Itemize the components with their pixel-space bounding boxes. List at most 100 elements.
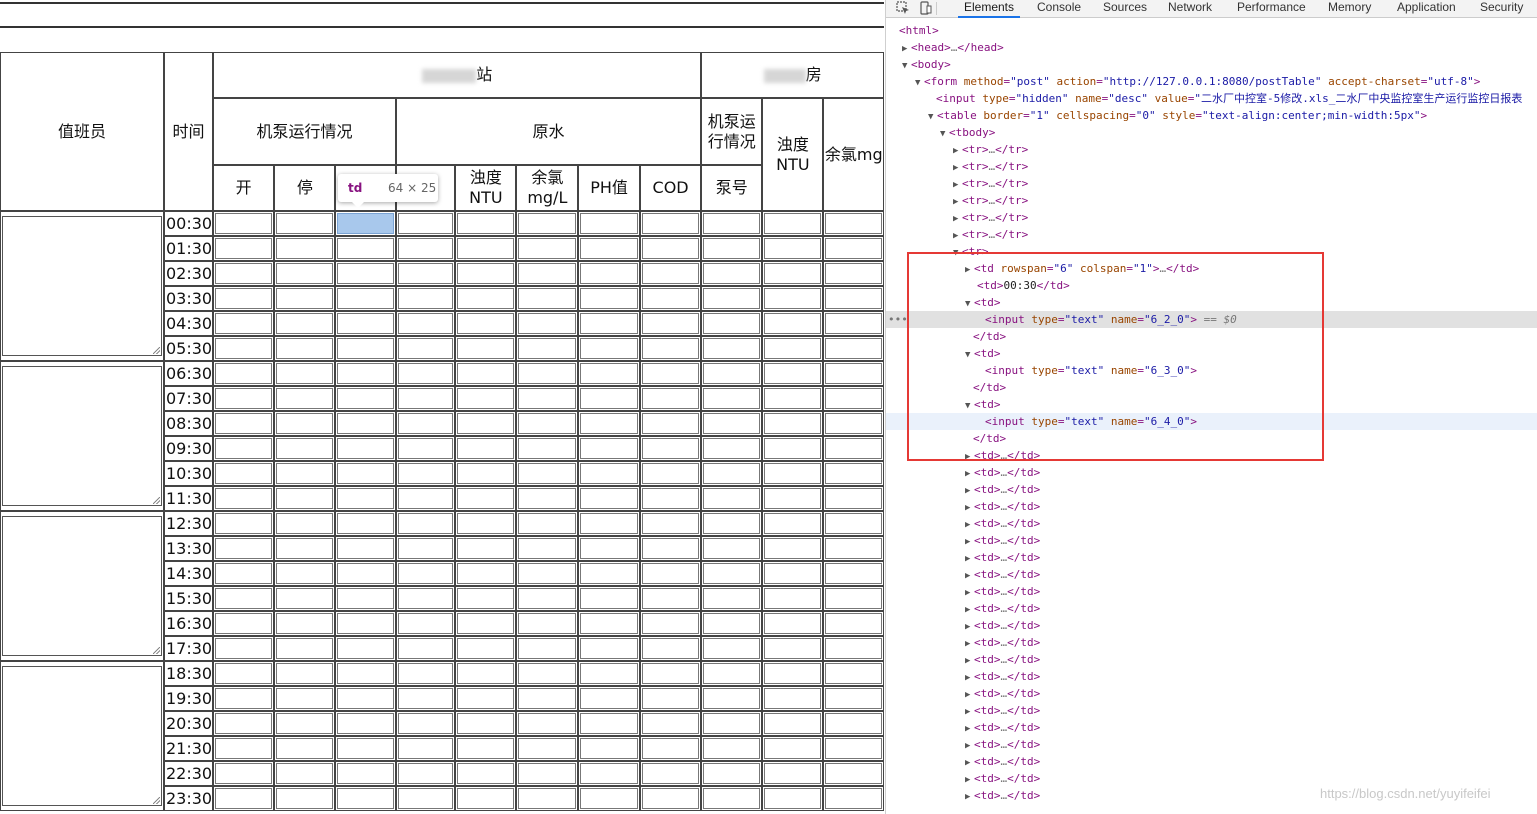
text-input[interactable] — [641, 213, 700, 234]
text-input[interactable] — [580, 513, 638, 534]
text-input[interactable] — [764, 738, 822, 759]
text-input[interactable] — [397, 663, 454, 684]
text-input[interactable] — [580, 713, 638, 734]
text-input[interactable] — [580, 463, 638, 484]
text-input[interactable] — [764, 563, 822, 584]
text-input[interactable] — [703, 288, 761, 309]
node-input-selected[interactable]: ••• <input type="text" name="6_2_0"> == $… — [886, 311, 1537, 328]
text-input[interactable] — [703, 613, 761, 634]
node-td-collapsed[interactable]: ▶ <td>…</td> — [886, 719, 1537, 736]
text-input[interactable] — [825, 613, 882, 634]
text-input[interactable] — [825, 663, 882, 684]
text-input[interactable] — [337, 663, 394, 684]
text-input[interactable] — [276, 688, 334, 709]
text-input[interactable] — [641, 513, 700, 534]
text-input[interactable] — [397, 363, 454, 384]
text-input[interactable] — [641, 688, 700, 709]
text-input[interactable] — [703, 463, 761, 484]
duty-textarea[interactable] — [2, 666, 162, 806]
text-input[interactable] — [703, 363, 761, 384]
text-input[interactable] — [641, 363, 700, 384]
node-td-close-3[interactable]: </td> — [886, 430, 1537, 447]
text-input[interactable] — [764, 613, 822, 634]
text-input[interactable] — [457, 288, 515, 309]
text-input[interactable] — [580, 638, 638, 659]
text-input[interactable] — [518, 563, 577, 584]
text-input[interactable] — [397, 288, 454, 309]
tab-elements[interactable]: Elements — [958, 0, 1020, 18]
tab-memory[interactable]: Memory — [1328, 0, 1371, 18]
text-input[interactable] — [337, 788, 394, 809]
text-input[interactable] — [825, 688, 882, 709]
text-input[interactable] — [764, 588, 822, 609]
text-input[interactable] — [337, 288, 394, 309]
text-input[interactable] — [397, 538, 454, 559]
node-form[interactable]: ▼ <form method="post" action="http://127.… — [886, 73, 1537, 90]
node-td-collapsed[interactable]: ▶ <td>…</td> — [886, 685, 1537, 702]
text-input[interactable] — [703, 213, 761, 234]
text-input[interactable] — [764, 638, 822, 659]
text-input[interactable] — [337, 488, 394, 509]
duty-textarea[interactable] — [2, 516, 162, 656]
text-input[interactable] — [825, 213, 882, 234]
node-td-collapsed[interactable]: ▶ <td>…</td> — [886, 498, 1537, 515]
text-input[interactable] — [518, 388, 577, 409]
text-input[interactable] — [276, 363, 334, 384]
text-input[interactable] — [703, 413, 761, 434]
text-input[interactable] — [276, 413, 334, 434]
text-input[interactable] — [518, 588, 577, 609]
text-input[interactable] — [764, 688, 822, 709]
node-td-close-1[interactable]: </td> — [886, 328, 1537, 345]
text-input[interactable] — [337, 613, 394, 634]
text-input[interactable] — [825, 238, 882, 259]
node-td-open-2[interactable]: ▼ <td> — [886, 345, 1537, 362]
text-input[interactable] — [518, 513, 577, 534]
text-input[interactable] — [397, 338, 454, 359]
text-input[interactable] — [518, 263, 577, 284]
text-input[interactable] — [276, 388, 334, 409]
text-input[interactable] — [215, 688, 273, 709]
text-input[interactable] — [215, 313, 273, 334]
text-input[interactable] — [580, 313, 638, 334]
text-input[interactable] — [641, 588, 700, 609]
text-input[interactable] — [641, 788, 700, 809]
text-input[interactable] — [337, 588, 394, 609]
text-input[interactable] — [641, 563, 700, 584]
text-input[interactable] — [276, 313, 334, 334]
node-td-collapsed[interactable]: ▶ <td>…</td> — [886, 515, 1537, 532]
text-input[interactable] — [825, 763, 882, 784]
node-td-collapsed[interactable]: ▶ <td>…</td> — [886, 566, 1537, 583]
text-input[interactable] — [825, 638, 882, 659]
text-input[interactable] — [457, 788, 515, 809]
text-input[interactable] — [215, 538, 273, 559]
text-input[interactable] — [457, 238, 515, 259]
text-input[interactable] — [457, 313, 515, 334]
text-input[interactable] — [703, 713, 761, 734]
expand-triangle-icon[interactable]: ▶ — [965, 789, 974, 806]
text-input[interactable] — [825, 538, 882, 559]
text-input[interactable] — [215, 463, 273, 484]
text-input[interactable] — [518, 363, 577, 384]
device-toolbar-icon[interactable] — [918, 0, 932, 17]
text-input[interactable] — [397, 738, 454, 759]
text-input[interactable] — [337, 713, 394, 734]
text-input[interactable] — [397, 763, 454, 784]
text-input[interactable] — [825, 588, 882, 609]
text-input[interactable] — [641, 638, 700, 659]
text-input[interactable] — [764, 238, 822, 259]
text-input[interactable] — [337, 338, 394, 359]
text-input[interactable] — [825, 288, 882, 309]
text-input[interactable] — [580, 788, 638, 809]
text-input[interactable] — [215, 563, 273, 584]
text-input[interactable] — [580, 613, 638, 634]
text-input[interactable] — [764, 488, 822, 509]
text-input[interactable] — [457, 538, 515, 559]
text-input[interactable] — [764, 263, 822, 284]
text-input[interactable] — [337, 463, 394, 484]
node-td-rowspan[interactable]: ▶ <td rowspan="6" colspan="1">…</td> — [886, 260, 1537, 277]
text-input[interactable] — [825, 363, 882, 384]
text-input[interactable] — [276, 563, 334, 584]
text-input[interactable] — [825, 313, 882, 334]
node-head[interactable]: ▶ <head>…</head> — [886, 39, 1537, 56]
text-input[interactable] — [215, 788, 273, 809]
